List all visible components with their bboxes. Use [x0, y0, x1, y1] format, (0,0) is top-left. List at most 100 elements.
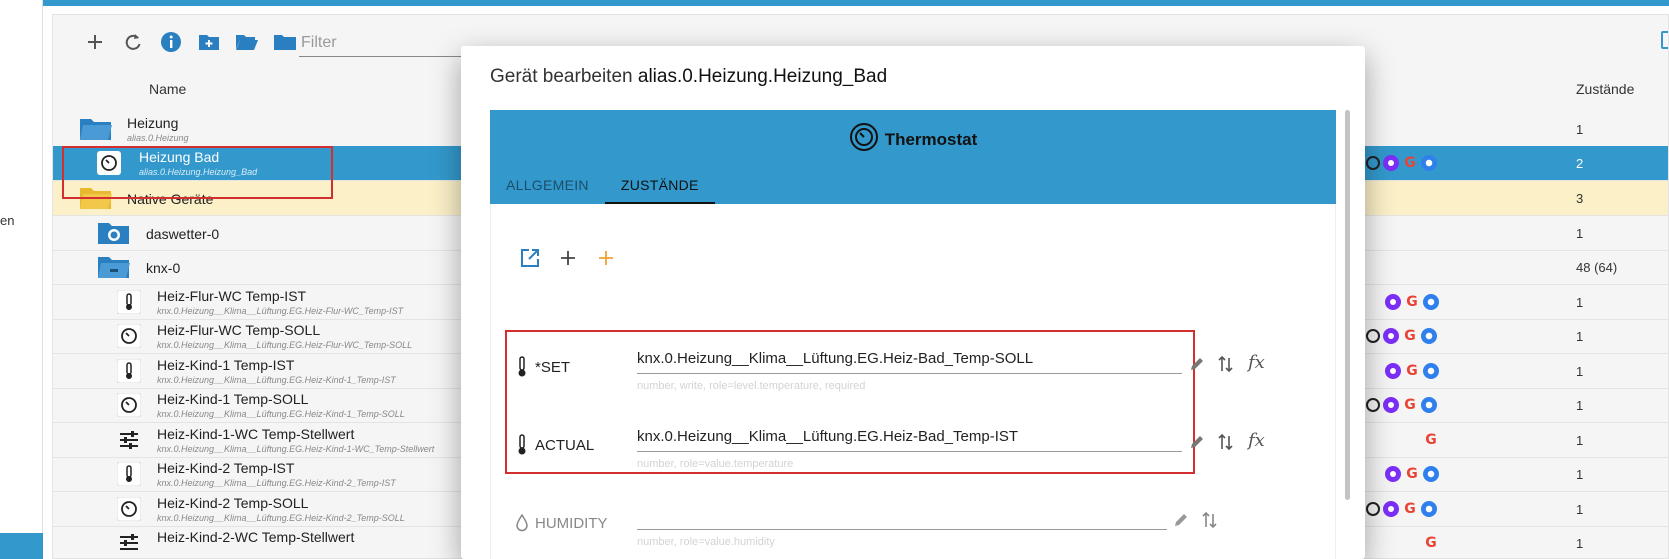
- row-state-count: 3: [1576, 191, 1584, 206]
- thermometer-icon: [515, 356, 529, 378]
- sliders-icon: [117, 428, 141, 452]
- ring-icon[interactable]: [1366, 398, 1380, 412]
- humidity-icon: [515, 513, 529, 536]
- cloud-service-icon[interactable]: [1421, 397, 1437, 413]
- alexa-icon[interactable]: [1383, 501, 1399, 517]
- google-icon[interactable]: G: [1423, 535, 1439, 551]
- row-state-count: 1: [1576, 433, 1584, 448]
- row-state-count: 1: [1576, 122, 1584, 137]
- google-icon[interactable]: G: [1402, 328, 1418, 344]
- function-icon[interactable]: fx: [1248, 430, 1265, 451]
- swap-direction-icon[interactable]: [1201, 510, 1219, 530]
- row-id: knx.0.Heizung__Klima__Lüftung.EG.Heiz-Fl…: [157, 306, 404, 316]
- row-id: knx.0.Heizung__Klima__Lüftung.EG.Heiz-Ki…: [157, 375, 396, 385]
- cloud-service-icon[interactable]: [1423, 466, 1439, 482]
- add-all-states-icon[interactable]: [595, 247, 617, 269]
- ring-icon[interactable]: [1366, 156, 1380, 170]
- open-in-new-icon[interactable]: [519, 247, 541, 269]
- cloud-service-icon[interactable]: [1423, 294, 1439, 310]
- alexa-icon[interactable]: [1383, 328, 1399, 344]
- ring-icon[interactable]: [1366, 329, 1380, 343]
- tab-allgemein[interactable]: ALLGEMEIN: [490, 166, 605, 204]
- dialog-device-header: Thermostat ALLGEMEIN ZUSTÄNDE: [490, 110, 1336, 204]
- alexa-icon[interactable]: [1383, 155, 1399, 171]
- column-header-states[interactable]: Zustände: [1576, 81, 1634, 97]
- row-id: knx.0.Heizung__Klima__Lüftung.EG.Heiz-Ki…: [157, 409, 405, 419]
- sidebar-text-fragment: en: [0, 213, 15, 228]
- state-label: *SET: [535, 359, 571, 376]
- cloud-service-icon[interactable]: [1421, 328, 1437, 344]
- panel-edge-icon[interactable]: [1661, 31, 1668, 49]
- states-panel: *SET knx.0.Heizung__Klima__Lüftung.EG.He…: [490, 204, 1336, 559]
- list-toolbar: [83, 27, 297, 57]
- alexa-icon[interactable]: [1385, 294, 1401, 310]
- cloud-service-icon[interactable]: [1423, 363, 1439, 379]
- weather-icon: [97, 221, 131, 245]
- pencil-icon[interactable]: [1173, 512, 1189, 528]
- states-actions: [519, 247, 617, 269]
- cloud-service-icon[interactable]: [1421, 155, 1437, 171]
- row-name: knx-0: [146, 260, 181, 276]
- row-name: Heiz-Kind-2-WC Temp-Stellwert: [157, 529, 355, 545]
- annotation-highlight-box: [62, 146, 333, 199]
- swap-direction-icon[interactable]: [1217, 354, 1235, 374]
- row-name: Heiz-Flur-WC Temp-SOLL: [157, 322, 321, 338]
- row-state-count: 1: [1576, 295, 1584, 310]
- row-state-count: 1: [1576, 398, 1584, 413]
- create-folder-icon[interactable]: [197, 30, 221, 54]
- row-id: knx.0.Heizung__Klima__Lüftung.EG.Heiz-Ki…: [157, 478, 396, 488]
- state-id-input[interactable]: knx.0.Heizung__Klima__Lüftung.EG.Heiz-Ba…: [637, 424, 1182, 452]
- cloud-service-icon[interactable]: [1421, 501, 1437, 517]
- thermometer-icon: [515, 434, 529, 456]
- open-folder-icon[interactable]: [235, 30, 259, 54]
- state-id-input[interactable]: knx.0.Heizung__Klima__Lüftung.EG.Heiz-Ba…: [637, 346, 1182, 374]
- swap-direction-icon[interactable]: [1217, 432, 1235, 452]
- plus-icon[interactable]: [83, 30, 107, 54]
- state-label: ACTUAL: [535, 437, 595, 454]
- alexa-icon[interactable]: [1385, 466, 1401, 482]
- smart-assistant-badges: G: [1366, 328, 1437, 344]
- google-icon[interactable]: G: [1402, 501, 1418, 517]
- folder-icon[interactable]: [273, 30, 297, 54]
- state-row-set: *SET knx.0.Heizung__Klima__Lüftung.EG.He…: [505, 338, 1265, 398]
- row-id: knx.0.Heizung__Klima__Lüftung.EG.Heiz-Ki…: [157, 513, 405, 523]
- row-state-count: 48 (64): [1576, 260, 1618, 275]
- thermostat-icon: [117, 324, 141, 348]
- smart-assistant-badges: G: [1385, 294, 1439, 310]
- smart-assistant-badges: G: [1423, 535, 1439, 551]
- row-name: Heiz-Kind-1 Temp-IST: [157, 357, 295, 373]
- row-state-count: 1: [1576, 329, 1584, 344]
- google-icon[interactable]: G: [1402, 397, 1418, 413]
- dialog-title-prefix: Gerät bearbeiten: [490, 66, 633, 87]
- state-row-actual: ACTUAL knx.0.Heizung__Klima__Lüftung.EG.…: [505, 416, 1265, 476]
- thermometer-icon: [117, 290, 141, 314]
- filter-input[interactable]: [299, 29, 469, 57]
- row-id: knx.0.Heizung__Klima__Lüftung.EG.Heiz-Ki…: [157, 444, 435, 454]
- add-state-icon[interactable]: [557, 247, 579, 269]
- pencil-icon[interactable]: [1189, 434, 1205, 450]
- state-id-input[interactable]: [637, 502, 1167, 530]
- function-icon[interactable]: fx: [1248, 352, 1265, 373]
- thermostat-icon: [849, 122, 879, 157]
- info-icon[interactable]: [159, 30, 183, 54]
- google-icon[interactable]: G: [1404, 294, 1420, 310]
- tab-zustaende[interactable]: ZUSTÄNDE: [604, 166, 715, 204]
- google-icon[interactable]: G: [1423, 432, 1439, 448]
- google-icon[interactable]: G: [1404, 363, 1420, 379]
- thermostat-icon: [117, 497, 141, 521]
- dialog-scrollbar[interactable]: [1345, 110, 1350, 500]
- device-type-title: Thermostat: [490, 122, 1336, 157]
- alexa-icon[interactable]: [1383, 397, 1399, 413]
- sidebar-active-bar[interactable]: [0, 533, 43, 559]
- refresh-icon[interactable]: [121, 30, 145, 54]
- ring-icon[interactable]: [1366, 502, 1380, 516]
- google-icon[interactable]: G: [1402, 155, 1418, 171]
- row-state-count: 1: [1576, 536, 1584, 551]
- column-header-name[interactable]: Name: [149, 81, 186, 97]
- smart-assistant-badges: G: [1366, 397, 1437, 413]
- alexa-icon[interactable]: [1385, 363, 1401, 379]
- dialog-title: Gerät bearbeiten alias.0.Heizung.Heizung…: [490, 66, 887, 88]
- row-state-count: 1: [1576, 226, 1584, 241]
- pencil-icon[interactable]: [1189, 356, 1205, 372]
- google-icon[interactable]: G: [1404, 466, 1420, 482]
